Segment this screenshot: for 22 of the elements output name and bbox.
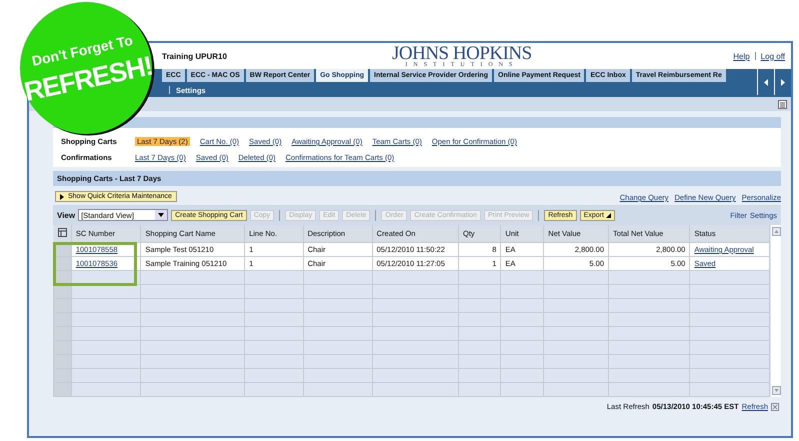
row-selector[interactable] — [54, 298, 72, 312]
row-selector[interactable] — [54, 382, 72, 396]
dropdown-arrow-icon — [155, 210, 168, 220]
row-selector[interactable] — [54, 354, 72, 368]
page-menu-button[interactable] — [778, 100, 787, 108]
row-selector[interactable] — [54, 340, 72, 354]
row-selector[interactable] — [54, 312, 72, 326]
header-link[interactable]: Help — [733, 52, 750, 60]
portal-title: Training UPUR10 — [162, 52, 227, 60]
table-settings-icon[interactable] — [58, 228, 66, 237]
scroll-up-icon[interactable] — [772, 227, 780, 236]
left-arrow-icon — [763, 78, 769, 86]
vertical-scrollbar[interactable] — [771, 225, 781, 397]
expand-arrow-icon — [60, 194, 64, 200]
row-selector[interactable] — [54, 368, 72, 382]
header-link[interactable]: Log off — [760, 52, 785, 60]
caret-icon — [606, 212, 611, 218]
scroll-down-icon[interactable] — [772, 386, 780, 395]
row-selector[interactable] — [54, 326, 72, 340]
export-icon[interactable] — [771, 402, 779, 410]
right-arrow-icon — [780, 78, 786, 86]
view-label: View — [57, 210, 76, 220]
